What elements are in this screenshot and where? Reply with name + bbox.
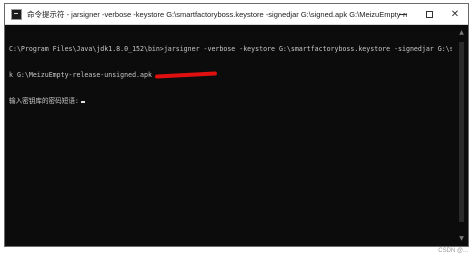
cmd-window: 命令提示符 - jarsigner -verbose -keystore G:\… [4, 3, 469, 247]
close-icon: ✕ [450, 8, 460, 20]
maximize-icon [425, 10, 433, 18]
console-line-command-wrap: k G:\MeizuEmpty-release-unsigned.apk [9, 71, 452, 80]
password-prompt: 输入密钥库的密码短语: [9, 96, 79, 105]
text-cursor [80, 100, 85, 103]
vertical-scrollbar[interactable]: ▲ ▼ [457, 28, 466, 242]
close-button[interactable]: ✕ [442, 4, 468, 24]
cmd-icon [11, 8, 22, 20]
minimize-icon [399, 13, 407, 15]
console-output[interactable]: C:\Program Files\Java\jdk1.8.0_152\bin>j… [9, 28, 452, 242]
minimize-button[interactable] [390, 4, 416, 24]
console-line-command: C:\Program Files\Java\jdk1.8.0_152\bin>j… [9, 45, 452, 54]
scroll-down-icon[interactable]: ▼ [457, 234, 466, 242]
scroll-up-icon[interactable]: ▲ [457, 28, 466, 36]
watermark: CSDN @... [438, 248, 468, 254]
maximize-button[interactable] [416, 4, 442, 24]
scroll-thumb[interactable] [459, 42, 464, 222]
window-controls: ✕ [390, 4, 468, 24]
redaction-mark [154, 71, 217, 79]
window-title: 命令提示符 - jarsigner -verbose -keystore G:\… [27, 9, 407, 19]
title-bar[interactable]: 命令提示符 - jarsigner -verbose -keystore G:\… [5, 4, 468, 25]
console-line-command-wrap-text: k G:\MeizuEmpty-release-unsigned.apk [9, 70, 152, 79]
console-line-prompt: 输入密钥库的密码短语: [9, 97, 452, 106]
